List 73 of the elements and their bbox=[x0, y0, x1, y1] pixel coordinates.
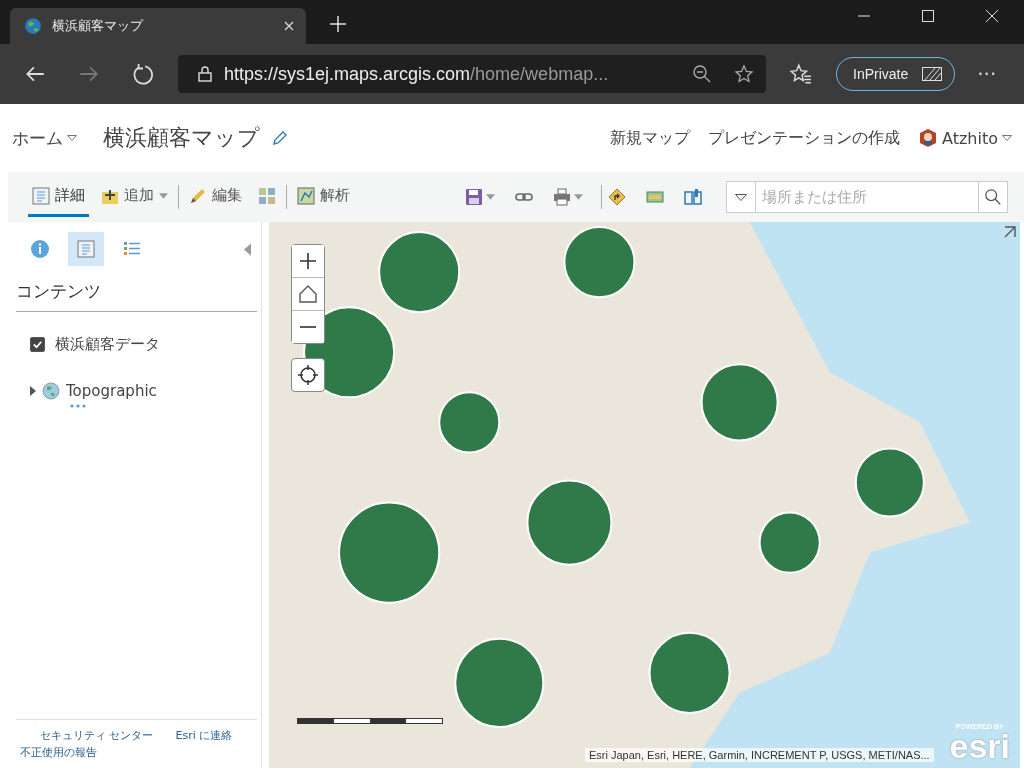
minus-icon bbox=[298, 325, 318, 329]
address-bar[interactable]: https://sys1ej.maps.arcgis.com/home/webmap... bbox=[178, 55, 766, 93]
maximize-icon[interactable] bbox=[922, 10, 934, 22]
locate-button[interactable] bbox=[291, 358, 325, 392]
toolbar-action[interactable] bbox=[465, 188, 495, 206]
toolbar-action[interactable] bbox=[684, 188, 702, 206]
refresh-icon[interactable] bbox=[132, 63, 154, 85]
toolbar-tool[interactable]: 解析 bbox=[293, 177, 354, 217]
chart-map-icon bbox=[297, 186, 315, 205]
close-tab-icon[interactable] bbox=[284, 21, 294, 31]
caret-icon bbox=[1002, 135, 1012, 141]
more-options-icon[interactable] bbox=[70, 404, 86, 408]
document-icon bbox=[76, 239, 96, 259]
grid-icon bbox=[258, 186, 276, 205]
tab-title: 横浜顧客マップ bbox=[52, 17, 145, 35]
map-title: 横浜顧客マップ bbox=[103, 124, 260, 152]
toolbar-tool[interactable]: 詳細 bbox=[28, 177, 89, 217]
footer-link[interactable]: Esri に連絡 bbox=[175, 728, 233, 743]
expand-map-icon[interactable] bbox=[1004, 226, 1016, 238]
footer-link[interactable]: セキュリティ センター bbox=[40, 728, 154, 743]
collapse-panel-icon[interactable] bbox=[244, 242, 251, 256]
caret-icon bbox=[486, 194, 495, 200]
user-menu[interactable]: Atzhito bbox=[942, 128, 1012, 148]
more-menu-button[interactable]: ··· bbox=[977, 62, 997, 86]
zoom-out-icon[interactable] bbox=[692, 64, 712, 84]
panel-heading: コンテンツ bbox=[16, 266, 257, 312]
favorite-star-icon[interactable] bbox=[734, 64, 754, 84]
toolbar-action[interactable] bbox=[553, 188, 583, 206]
search-button[interactable] bbox=[978, 181, 1008, 213]
esri-logo: esri bbox=[949, 730, 1010, 762]
map-attribution: Esri Japan, Esri, HERE, Garmin, INCREMENT P, USGS, METI/NAS... bbox=[585, 748, 934, 762]
caret-icon bbox=[159, 192, 168, 199]
crosshair-icon bbox=[298, 365, 318, 385]
avatar-icon bbox=[918, 128, 938, 148]
globe-icon bbox=[24, 17, 42, 35]
search-field[interactable]: 場所または住所 bbox=[756, 181, 978, 213]
caret-icon bbox=[574, 194, 583, 200]
save-icon bbox=[465, 188, 483, 206]
pencil-icon[interactable] bbox=[272, 130, 288, 146]
layer-name: Topographic bbox=[66, 382, 157, 400]
pencil-icon bbox=[189, 186, 207, 205]
caret-icon bbox=[735, 193, 747, 201]
close-icon[interactable] bbox=[986, 10, 998, 22]
info-icon bbox=[30, 239, 50, 259]
header-link[interactable]: プレゼンテーションの作成 bbox=[708, 127, 900, 149]
home-icon bbox=[298, 284, 318, 304]
printer-icon bbox=[553, 188, 571, 206]
inprivate-icon bbox=[922, 67, 943, 81]
toolbar-action[interactable] bbox=[608, 188, 626, 206]
home-menu[interactable]: ホーム bbox=[12, 126, 77, 150]
search-scope-dropdown[interactable] bbox=[726, 181, 756, 213]
expand-icon[interactable] bbox=[30, 386, 36, 396]
header-link[interactable]: 新規マップ bbox=[610, 127, 690, 149]
zoom-in-button[interactable] bbox=[292, 245, 324, 278]
favorites-icon[interactable] bbox=[790, 63, 812, 85]
check-icon bbox=[32, 338, 43, 350]
toolbar-tool[interactable]: 編集 bbox=[185, 177, 246, 217]
document-icon bbox=[32, 186, 50, 205]
lock-icon bbox=[198, 66, 212, 82]
layer-name: 横浜顧客データ bbox=[55, 334, 160, 354]
toolbar-tool[interactable]: 追加 bbox=[97, 177, 172, 217]
new-tab-icon[interactable] bbox=[330, 16, 346, 32]
footer-link[interactable]: 不正使用の報告 bbox=[20, 745, 97, 760]
caret-icon bbox=[67, 135, 77, 141]
ruler-icon bbox=[646, 188, 664, 206]
browser-tab[interactable]: 横浜顧客マップ bbox=[10, 8, 306, 44]
road-sign-icon bbox=[608, 188, 626, 206]
globe-icon bbox=[42, 382, 60, 400]
plus-icon bbox=[298, 251, 318, 271]
bookmark-icon bbox=[684, 188, 702, 206]
url-text: https://sys1ej.maps.arcgis.com/home/webmap... bbox=[224, 63, 610, 85]
search-icon bbox=[984, 188, 1002, 206]
layer-checkbox[interactable] bbox=[30, 336, 45, 352]
